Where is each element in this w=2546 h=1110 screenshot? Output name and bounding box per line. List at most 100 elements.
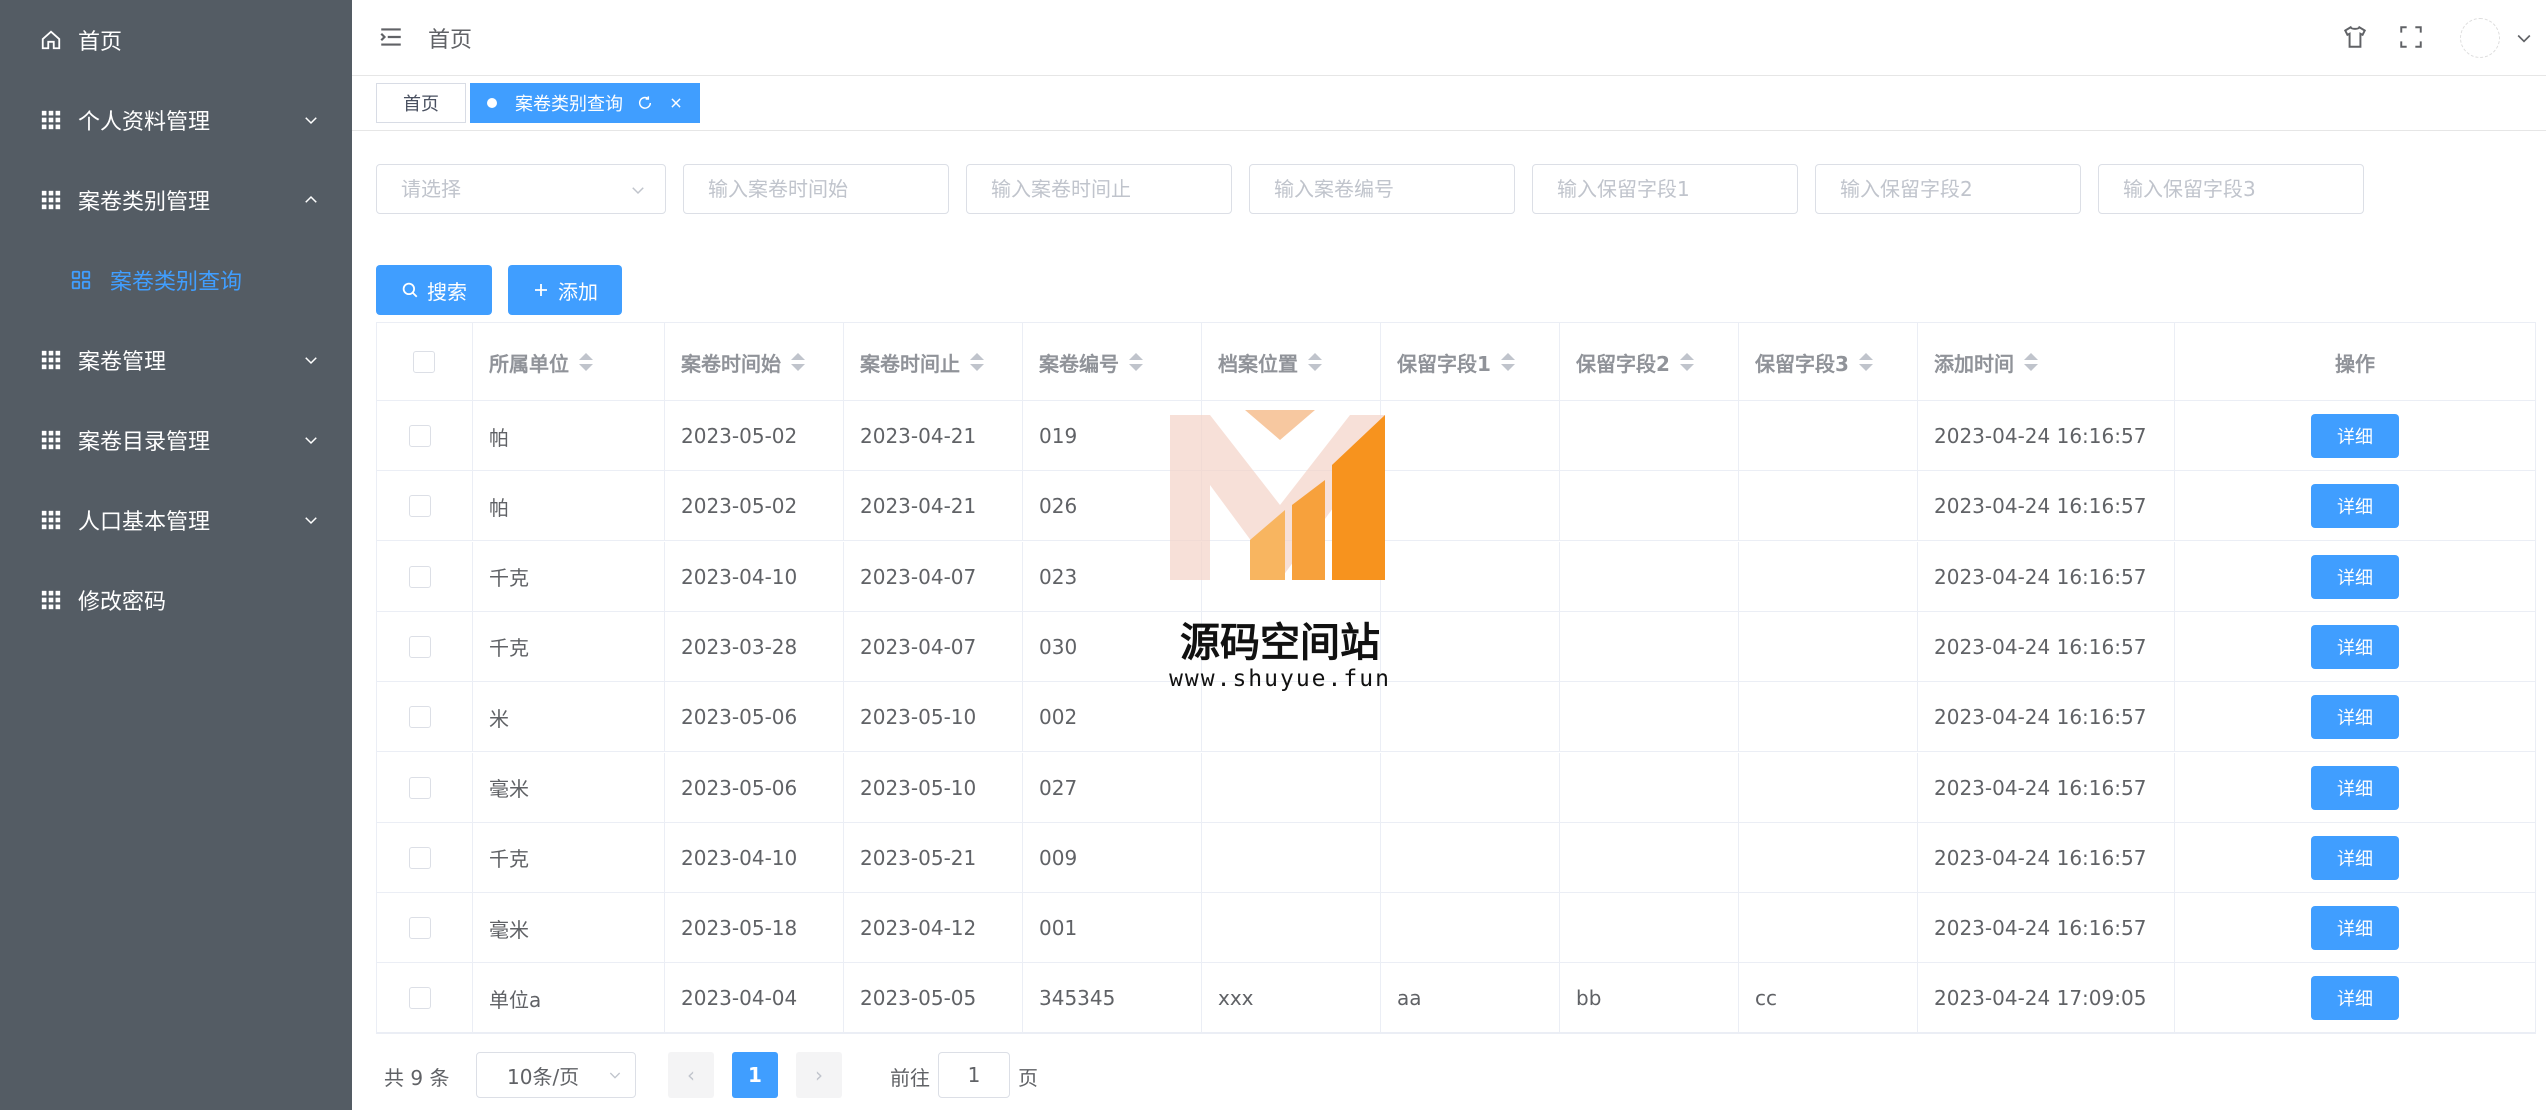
detail-button[interactable]: 详细 bbox=[2311, 906, 2399, 951]
reserved-field-1[interactable] bbox=[1532, 164, 1798, 214]
grid-icon bbox=[41, 350, 61, 370]
fullscreen-icon[interactable] bbox=[2398, 24, 2424, 50]
sort-icon[interactable] bbox=[1308, 352, 1322, 372]
row-checkbox[interactable] bbox=[409, 987, 431, 1010]
sort-icon[interactable] bbox=[1679, 352, 1694, 372]
chevron-down-icon bbox=[305, 437, 317, 445]
action-cell: 详细 bbox=[2175, 753, 2535, 823]
sort-icon[interactable] bbox=[579, 352, 593, 372]
page-number-button[interactable]: 1 bbox=[732, 1052, 778, 1098]
row-checkbox[interactable] bbox=[409, 776, 431, 799]
row-checkbox[interactable] bbox=[409, 565, 431, 588]
table-cell bbox=[1560, 471, 1739, 542]
add-button[interactable]: 添加 bbox=[508, 265, 622, 315]
detail-button[interactable]: 详细 bbox=[2311, 976, 2399, 1021]
next-page-button[interactable]: › bbox=[796, 1052, 842, 1098]
search-icon bbox=[402, 282, 418, 298]
table-cell: 2023-04-24 16:16:57 bbox=[1918, 471, 2175, 542]
column-header[interactable]: 保留字段2 bbox=[1560, 323, 1739, 401]
sort-icon[interactable] bbox=[970, 352, 984, 372]
table-cell bbox=[1560, 611, 1739, 682]
sidebar-item-change-password[interactable]: 修改密码 bbox=[0, 560, 352, 640]
column-header[interactable]: 保留字段3 bbox=[1739, 323, 1918, 401]
table-cell: 毫米 bbox=[473, 752, 665, 823]
active-dot-icon bbox=[487, 98, 497, 108]
table-cell: 2023-05-10 bbox=[844, 682, 1023, 753]
column-header[interactable]: 案卷时间止 bbox=[844, 323, 1023, 401]
detail-button[interactable]: 详细 bbox=[2311, 554, 2399, 599]
reserved-field-3[interactable] bbox=[2098, 164, 2364, 214]
avatar[interactable] bbox=[2460, 18, 2500, 58]
close-icon[interactable] bbox=[669, 96, 683, 110]
column-header[interactable]: 案卷时间始 bbox=[665, 323, 844, 401]
reserved-field-2-input[interactable] bbox=[1840, 177, 2080, 201]
detail-button[interactable]: 详细 bbox=[2311, 484, 2399, 529]
detail-button[interactable]: 详细 bbox=[2311, 835, 2399, 880]
sidebar-item-case-category-query[interactable]: 案卷类别查询 bbox=[0, 240, 352, 320]
sort-icon[interactable] bbox=[791, 352, 805, 372]
breadcrumb[interactable]: 首页 bbox=[428, 22, 472, 54]
table-cell: 023 bbox=[1023, 541, 1202, 612]
column-header[interactable]: 保留字段1 bbox=[1381, 323, 1560, 401]
reserved-field-2[interactable] bbox=[1815, 164, 2081, 214]
page-size-select[interactable]: 10条/页 bbox=[476, 1052, 636, 1098]
shirt-icon[interactable] bbox=[2342, 24, 2368, 50]
row-checkbox[interactable] bbox=[409, 917, 431, 940]
row-checkbox[interactable] bbox=[409, 635, 431, 658]
tag-home[interactable]: 首页 bbox=[376, 83, 466, 123]
row-checkbox[interactable] bbox=[409, 495, 431, 518]
column-header[interactable]: 档案位置 bbox=[1202, 323, 1381, 401]
sort-icon[interactable] bbox=[1500, 352, 1515, 372]
sidebar-item-home[interactable]: 首页 bbox=[0, 0, 352, 80]
sort-icon[interactable] bbox=[1129, 352, 1143, 372]
column-header[interactable]: 所属单位 bbox=[473, 323, 665, 401]
sidebar-item-case-catalog[interactable]: 案卷目录管理 bbox=[0, 400, 352, 480]
row-checkbox[interactable] bbox=[409, 706, 431, 729]
sidebar-item-profile[interactable]: 个人资料管理 bbox=[0, 80, 352, 160]
column-header[interactable]: 案卷编号 bbox=[1023, 323, 1202, 401]
start-time-input[interactable] bbox=[708, 177, 948, 201]
unit-select[interactable] bbox=[376, 164, 666, 214]
column-header[interactable]: 添加时间 bbox=[1918, 323, 2175, 401]
prev-page-button[interactable]: ‹ bbox=[668, 1052, 714, 1098]
select-all-checkbox[interactable] bbox=[413, 351, 435, 373]
sort-icon[interactable] bbox=[1858, 352, 1873, 372]
table-row: 千克 2023-04-10 2023-04-07 023 2023-04-24 16:1… bbox=[377, 541, 2535, 612]
table-cell bbox=[1560, 401, 1739, 471]
menu-fold-icon[interactable] bbox=[378, 24, 404, 50]
tag-case-category-query[interactable]: 案卷类别查询 bbox=[470, 83, 700, 123]
reserved-field-1-input[interactable] bbox=[1557, 177, 1797, 201]
table-cell bbox=[1739, 682, 1918, 753]
sidebar-item-population[interactable]: 人口基本管理 bbox=[0, 480, 352, 560]
sidebar-item-case-category[interactable]: 案卷类别管理 bbox=[0, 160, 352, 240]
end-time-input[interactable] bbox=[991, 177, 1231, 201]
row-checkbox[interactable] bbox=[409, 846, 431, 869]
search-button[interactable]: 搜索 bbox=[376, 265, 492, 315]
page-unit-label: 页 bbox=[1018, 1066, 1038, 1090]
detail-button[interactable]: 详细 bbox=[2311, 765, 2399, 810]
column-label: 案卷编号 bbox=[1039, 351, 1119, 376]
case-number-field[interactable] bbox=[1249, 164, 1515, 214]
detail-button[interactable]: 详细 bbox=[2311, 695, 2399, 740]
detail-button[interactable]: 详细 bbox=[2311, 624, 2399, 669]
goto-page-input[interactable] bbox=[938, 1052, 1010, 1098]
table-cell: 2023-03-28 bbox=[665, 611, 844, 682]
sort-icon[interactable] bbox=[2024, 352, 2038, 372]
table-cell bbox=[1381, 893, 1560, 964]
detail-button[interactable]: 详细 bbox=[2311, 414, 2399, 458]
refresh-icon[interactable] bbox=[637, 95, 653, 111]
chevron-down-icon bbox=[305, 117, 317, 125]
unit-select-input[interactable] bbox=[401, 177, 665, 201]
table-cell bbox=[1202, 541, 1381, 612]
sidebar-item-case[interactable]: 案卷管理 bbox=[0, 320, 352, 400]
table-cell: 2023-04-24 17:09:05 bbox=[1918, 963, 2175, 1034]
sidebar-item-label: 修改密码 bbox=[78, 590, 167, 615]
start-time-field[interactable] bbox=[683, 164, 949, 214]
table-cell: cc bbox=[1739, 963, 1918, 1034]
select-cell bbox=[377, 682, 473, 753]
chevron-down-icon[interactable] bbox=[2514, 28, 2534, 48]
case-number-input[interactable] bbox=[1274, 177, 1514, 201]
row-checkbox[interactable] bbox=[409, 425, 431, 447]
reserved-field-3-input[interactable] bbox=[2123, 177, 2363, 201]
end-time-field[interactable] bbox=[966, 164, 1232, 214]
